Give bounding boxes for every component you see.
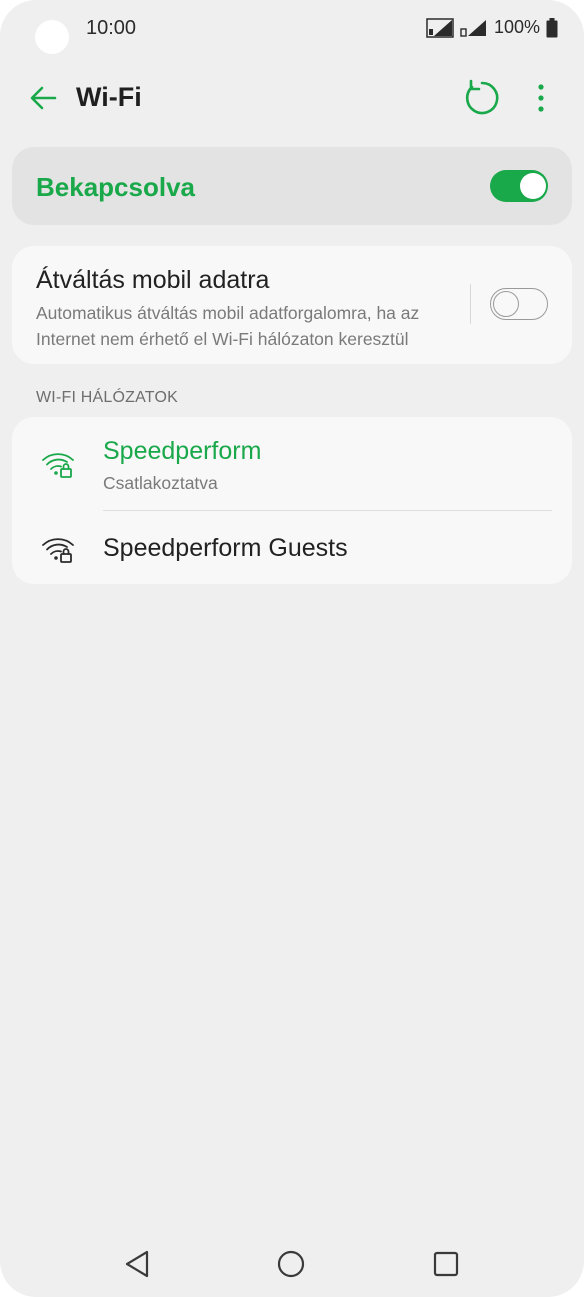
wifi-master-toggle-row[interactable]: Bekapcsolva [12, 147, 572, 225]
refresh-icon[interactable] [462, 78, 502, 118]
status-bar: 10:00 100% [0, 0, 584, 58]
sim1-signal-icon [426, 17, 454, 38]
network-item-speedperform-guests[interactable]: Speedperform Guests [12, 510, 572, 584]
mobile-data-switch-row[interactable]: Átváltás mobil adatra Automatikus átvált… [12, 246, 572, 364]
mobile-data-description: Automatikus átváltás mobil adatforgalomr… [36, 303, 420, 349]
wifi-lock-icon [42, 538, 74, 563]
switch-knob [493, 290, 519, 317]
app-header: Wi-Fi [0, 70, 584, 126]
more-options-icon[interactable] [528, 80, 554, 116]
battery-icon [546, 17, 558, 37]
home-circle-icon[interactable] [271, 1244, 311, 1284]
networks-section-label: WI-FI HÁLÓZATOK [36, 389, 178, 406]
system-nav-bar [0, 1230, 584, 1296]
back-arrow-icon[interactable] [26, 80, 62, 116]
status-time: 10:00 [86, 17, 137, 39]
wifi-master-switch[interactable] [490, 170, 548, 202]
wifi-master-label: Bekapcsolva [36, 172, 195, 202]
recents-square-icon[interactable] [426, 1244, 466, 1284]
wifi-lock-icon [42, 453, 74, 478]
networks-list: Speedperform Csatlakoztatva Speedperform… [12, 417, 572, 584]
mobile-data-title: Átváltás mobil adatra [36, 266, 270, 294]
page-title: Wi-Fi [76, 82, 142, 112]
sim2-signal-icon [460, 19, 486, 37]
battery-percent: 100% [493, 17, 540, 37]
back-triangle-icon[interactable] [117, 1244, 157, 1284]
network-name: Speedperform Guests [103, 534, 348, 562]
mobile-data-switch[interactable] [490, 288, 548, 320]
vertical-divider [470, 284, 471, 324]
network-item-speedperform[interactable]: Speedperform Csatlakoztatva [12, 417, 572, 510]
network-status: Csatlakoztatva [103, 473, 218, 493]
phone-screen: 10:00 100% Wi-Fi Bekapcsolva Átváltás mo… [0, 0, 584, 1297]
switch-knob [520, 173, 546, 199]
network-name: Speedperform [103, 437, 262, 465]
status-icons: 100% [426, 17, 558, 38]
camera-cutout [35, 20, 69, 54]
